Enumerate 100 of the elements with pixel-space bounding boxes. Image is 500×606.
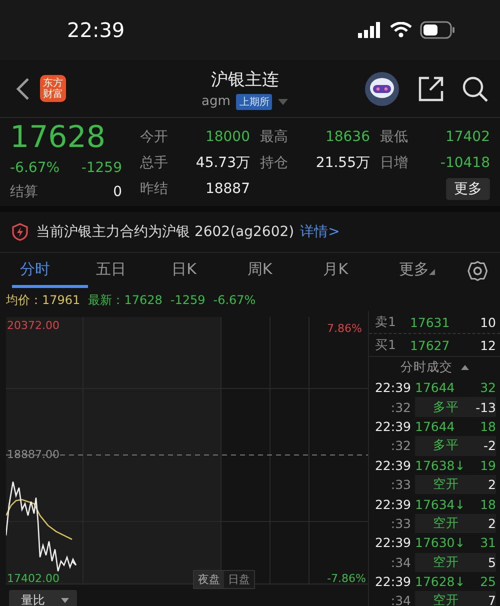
order-label: 卖1: [375, 314, 396, 330]
change-amount: -1259: [81, 160, 122, 176]
trade-price: 17644: [415, 380, 455, 396]
trade-seconds: :32: [390, 400, 411, 415]
trade-time: 22:39: [374, 418, 411, 434]
stat-label: 结算: [10, 183, 38, 201]
caret-icon[interactable]: [61, 598, 69, 602]
signal-icon: [358, 22, 382, 38]
stat-value: 17402: [445, 129, 490, 145]
axis-label: -7.86%: [327, 572, 366, 585]
stat-label: 最低: [380, 128, 408, 146]
last-price: 17628: [10, 120, 106, 156]
session-toggle[interactable]: 日盘: [224, 571, 254, 588]
trade-action: 空开: [433, 554, 459, 571]
trade-action-volume: 2: [488, 516, 496, 531]
notice-text: 当前沪银主力合约为沪银 2602(ag2602): [36, 223, 294, 241]
stat-value: 0: [113, 184, 122, 200]
more-button[interactable]: 更多: [446, 178, 490, 200]
chart-tab[interactable]: 日K: [164, 254, 240, 288]
stat-value: 18636: [325, 129, 370, 145]
status-time: 22:39: [67, 18, 125, 42]
trades-title: 分时成交: [400, 359, 452, 376]
trade-time: 22:39: [374, 574, 411, 590]
trade-action-volume: 2: [488, 477, 496, 492]
back-icon[interactable]: [16, 76, 30, 100]
order-volume: 10: [480, 314, 496, 330]
latest-price: 17628: [124, 293, 162, 307]
app-logo: 东方 财富: [40, 75, 66, 102]
trade-action-volume: 7: [488, 593, 496, 606]
trade-time: 22:39: [374, 496, 411, 512]
trade-volume: 18: [480, 496, 496, 512]
caret-icon[interactable]: [428, 269, 435, 275]
average-label: 均价：: [6, 292, 42, 308]
trade-price: 17628↓: [415, 574, 466, 590]
search-icon[interactable]: [462, 76, 488, 102]
trade-action-volume: -2: [484, 438, 496, 454]
caret-icon[interactable]: [278, 98, 288, 104]
trade-action-volume: -13: [476, 400, 496, 415]
stat-label: 最高: [260, 128, 288, 146]
trade-volume: 31: [480, 535, 496, 550]
stat-value: 18887: [205, 181, 250, 197]
trade-price: 17644: [415, 418, 455, 434]
order-price: 17631: [410, 314, 450, 330]
order-volume: 12: [480, 338, 496, 352]
contract-title: 沪银主连: [211, 68, 279, 90]
trade-action: 空开: [433, 592, 459, 606]
latest-label: 最新：: [88, 292, 124, 308]
trade-time: 22:39: [374, 458, 411, 473]
trade-seconds: :34: [390, 593, 411, 606]
trade-volume: 18: [480, 418, 496, 434]
trade-seconds: :32: [390, 438, 411, 454]
trade-volume: 19: [480, 458, 496, 473]
latest-change-percent: -6.67%: [213, 293, 256, 307]
trade-price: 17638↓: [415, 458, 466, 473]
trade-time: 22:39: [374, 535, 411, 550]
trade-price: 17634↓: [415, 496, 466, 512]
trade-action-volume: 5: [488, 554, 496, 570]
trade-action: 多平: [433, 398, 459, 416]
axis-label: 7.86%: [326, 321, 363, 338]
contract-code: agm: [202, 94, 230, 109]
stat-label: 昨结: [140, 180, 168, 198]
robot-icon[interactable]: [364, 70, 400, 106]
order-label: 买1: [375, 336, 396, 354]
chart-tab[interactable]: 月K: [315, 254, 391, 288]
trade-seconds: :34: [390, 554, 411, 570]
trade-time: 22:39: [374, 380, 411, 396]
indicator-dropdown[interactable]: 量比: [9, 590, 77, 606]
stat-value: 18000: [205, 129, 250, 145]
latest-change: -1259: [170, 293, 206, 307]
stat-label: 日增: [380, 154, 408, 172]
stat-label: 总手: [140, 154, 168, 172]
trade-seconds: :33: [390, 516, 411, 531]
stat-value: -10418: [440, 155, 490, 171]
battery-icon: [420, 21, 456, 39]
trade-volume: 25: [480, 574, 496, 590]
stat-value: 45.73万: [196, 154, 250, 172]
caret-icon[interactable]: [460, 365, 468, 370]
chart-tab[interactable]: 分时: [12, 254, 88, 288]
axis-label: 20372.00: [7, 319, 60, 332]
trade-action: 空开: [433, 476, 459, 494]
trade-seconds: :33: [390, 477, 411, 492]
trade-price: 17630↓: [415, 535, 466, 550]
settings-icon[interactable]: [466, 260, 488, 282]
stat-label: 今开: [140, 128, 168, 146]
order-price: 17627: [410, 338, 450, 352]
trade-action: 空开: [433, 514, 459, 532]
session-toggle[interactable]: 夜盘: [194, 571, 224, 588]
details-link[interactable]: 详情>: [300, 223, 340, 241]
share-icon[interactable]: [418, 76, 444, 102]
stat-label: 持仓: [260, 154, 288, 172]
chart-tab[interactable]: 五日: [88, 254, 164, 288]
axis-label: 17402.00: [7, 572, 60, 585]
shield-icon: [12, 223, 28, 241]
trade-volume: 32: [480, 380, 496, 396]
chart-tab[interactable]: 更多: [390, 254, 467, 288]
stat-value: 21.55万: [316, 154, 370, 172]
average-price: 17961: [42, 293, 80, 307]
exchange-badge: 上期所: [236, 94, 272, 110]
chart-tab[interactable]: 周K: [239, 254, 316, 288]
axis-label: 18887.00: [7, 448, 60, 461]
